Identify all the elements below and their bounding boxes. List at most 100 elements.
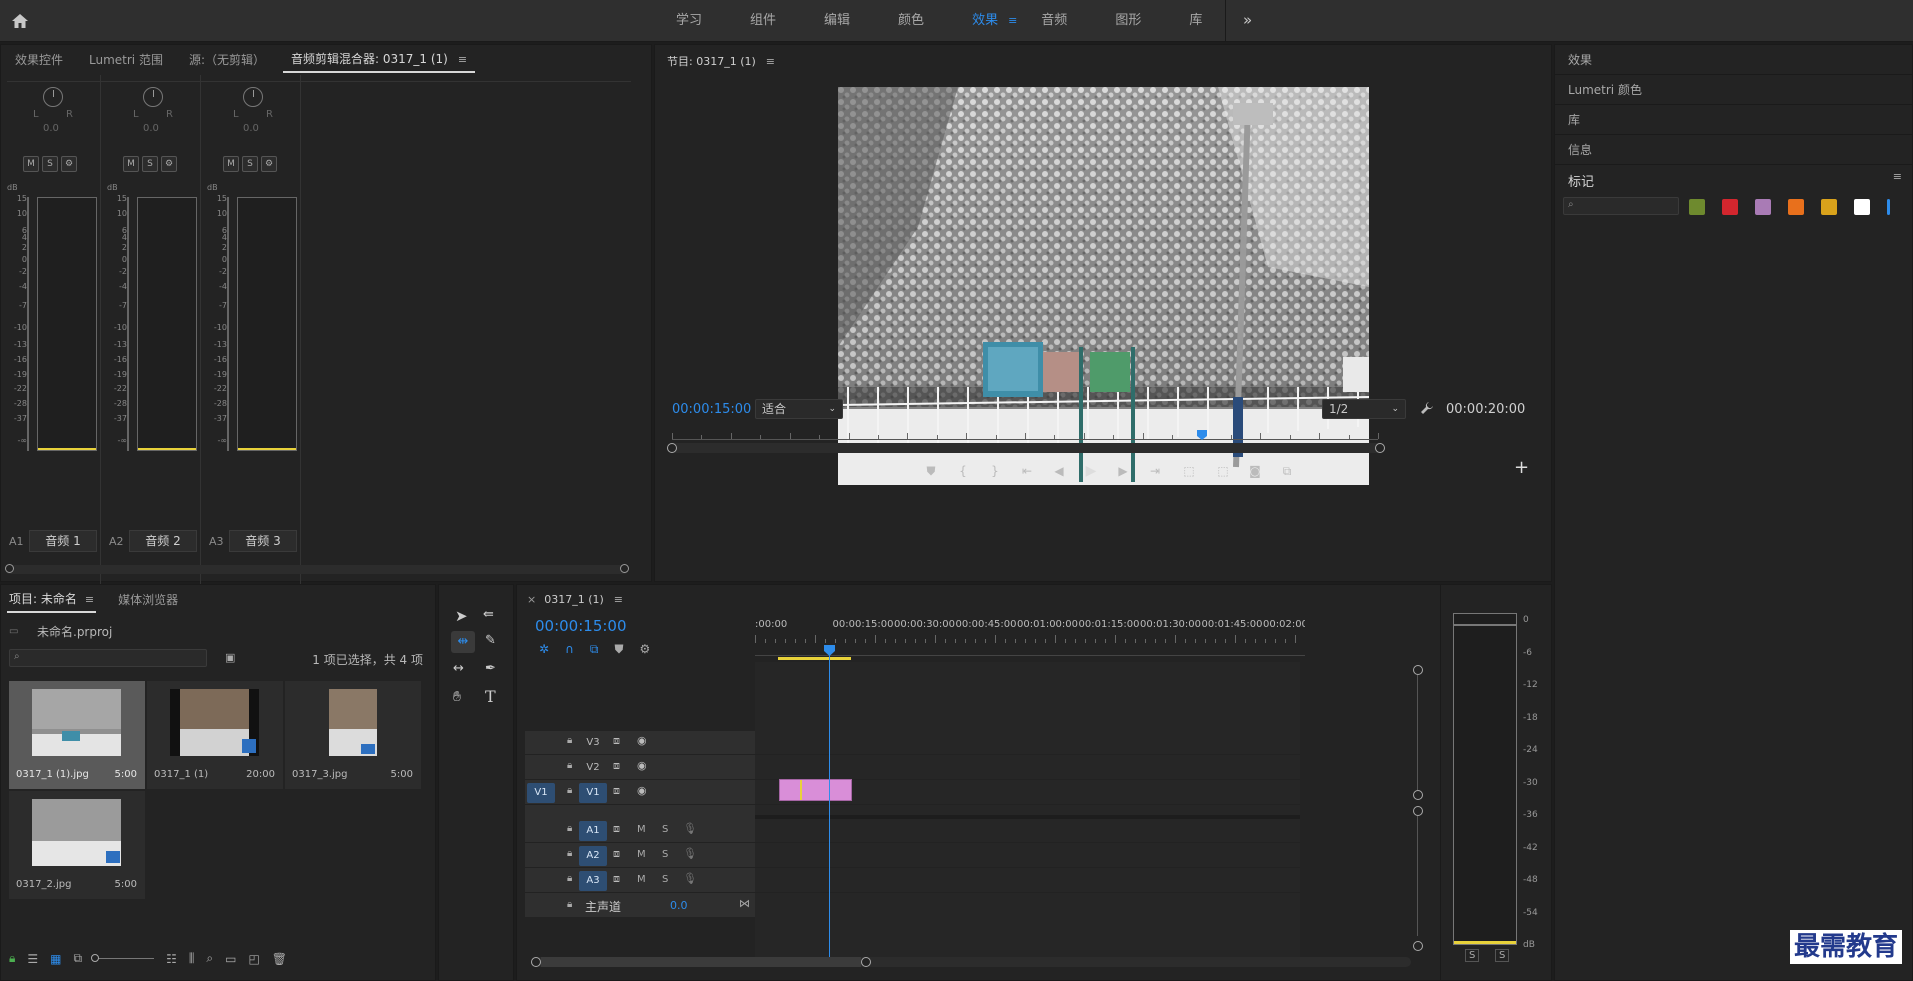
new-bin-icon[interactable]: ▭	[225, 952, 236, 966]
ripple-edit-tool-icon[interactable]: ⇹	[451, 631, 475, 653]
sync-lock-icon[interactable]: ⧈	[613, 784, 620, 798]
library-panel-item[interactable]: 库	[1555, 105, 1912, 135]
mute-track-button[interactable]: M	[637, 824, 646, 835]
lock-icon[interactable]: 🔒︎	[567, 823, 572, 834]
marker-color-swatch[interactable]	[1821, 199, 1837, 215]
resolution-dropdown[interactable]: 1/2 ⌄	[1322, 399, 1406, 419]
track-target-toggle[interactable]: V3	[579, 733, 607, 753]
lock-icon[interactable]: 🔒︎	[567, 760, 572, 771]
master-value[interactable]: 0.0	[670, 899, 688, 912]
selection-tool-icon[interactable]: ➤	[455, 607, 468, 625]
fader-track[interactable]	[27, 197, 29, 451]
effects-panel-item[interactable]: 效果	[1555, 45, 1912, 75]
linked-selection-icon[interactable]: ⧉	[590, 642, 599, 657]
project-search-input[interactable]: ⌕	[9, 649, 207, 667]
project-item-selected[interactable]: 0317_1 (1).jpg 5:00	[9, 681, 145, 789]
workspace-tab[interactable]: 组件	[726, 0, 800, 42]
workspace-tab[interactable]: 库	[1165, 0, 1226, 42]
channel-name[interactable]: 音频 1	[29, 530, 97, 552]
menu-icon[interactable]: ≡	[614, 593, 623, 606]
solo-track-button[interactable]: S	[662, 874, 668, 885]
zoom-scrollbar[interactable]	[667, 443, 1385, 453]
workspace-tab[interactable]: 颜色	[874, 0, 948, 42]
timeline-clip[interactable]	[779, 779, 852, 801]
mute-button[interactable]: M	[123, 156, 139, 172]
timeline-current-timecode[interactable]: 00:00:15:00	[535, 617, 627, 635]
marker-color-swatch[interactable]	[1689, 199, 1705, 215]
add-marker-icon[interactable]: ⛊	[614, 642, 623, 657]
video-frame[interactable]	[838, 87, 1369, 485]
scroll-handle-right[interactable]	[620, 564, 629, 573]
solo-button[interactable]: S	[142, 156, 158, 172]
mark-in-icon[interactable]: {	[947, 464, 979, 478]
marker-color-swatch[interactable]	[1788, 199, 1804, 215]
pan-knob[interactable]	[243, 87, 263, 107]
scroll-handle-left[interactable]	[5, 564, 14, 573]
go-to-in-icon[interactable]: ⇤	[1011, 464, 1043, 478]
pan-knob[interactable]	[43, 87, 63, 107]
wrench-icon[interactable]	[1420, 401, 1434, 415]
eye-icon[interactable]: ◉	[637, 734, 647, 747]
scroll-handle-right[interactable]	[1375, 443, 1385, 453]
work-area-bar[interactable]	[778, 657, 851, 660]
pan-value[interactable]: 0.0	[43, 123, 59, 134]
hand-tool-icon[interactable]: ✋︎	[453, 689, 461, 705]
program-current-timecode[interactable]: 00:00:15:00	[672, 402, 751, 417]
automate-icon[interactable]: ⫼	[189, 951, 195, 966]
menu-icon[interactable]: ≡	[1893, 170, 1902, 183]
settings-icon[interactable]: ⚙	[261, 156, 277, 172]
list-view-icon[interactable]: ☰	[27, 952, 38, 966]
nest-icon[interactable]: ✲	[539, 642, 549, 657]
track-target-toggle[interactable]: A3	[579, 871, 607, 891]
close-icon[interactable]: ×	[527, 593, 536, 606]
add-marker-icon[interactable]: ⛊	[915, 464, 947, 479]
mark-out-icon[interactable]: }	[979, 464, 1011, 478]
mute-button[interactable]: M	[223, 156, 239, 172]
scroll-handle-left[interactable]	[667, 443, 677, 453]
sync-lock-icon[interactable]: ⧈	[613, 734, 620, 748]
vertical-scrollbar[interactable]	[1413, 665, 1423, 936]
icon-view-icon[interactable]: ▦	[50, 952, 61, 966]
mute-track-button[interactable]: M	[637, 874, 646, 885]
new-bin-icon[interactable]: ▣	[225, 651, 235, 664]
track-target-toggle[interactable]: A1	[579, 821, 607, 841]
project-item[interactable]: 0317_1 (1) 20:00	[147, 681, 283, 789]
timeline-settings-icon[interactable]: ⚙	[639, 642, 650, 657]
play-icon[interactable]: ▶︎	[1075, 463, 1107, 479]
tab-source[interactable]: 源:（无剪辑）	[181, 49, 273, 71]
project-item[interactable]: 0317_3.jpg 5:00	[285, 681, 421, 789]
lock-icon[interactable]: 🔒︎	[567, 899, 572, 910]
sync-lock-icon[interactable]: ⧈	[613, 847, 620, 861]
eye-icon[interactable]: ◉	[637, 784, 647, 797]
workspace-tab[interactable]: 编辑	[800, 0, 874, 42]
eye-icon[interactable]: ◉	[637, 759, 647, 772]
lumetri-color-panel-item[interactable]: Lumetri 颜色	[1555, 75, 1912, 105]
tab-media-browser[interactable]: 媒体浏览器	[110, 589, 186, 611]
collapse-icon[interactable]: ⋈	[739, 897, 750, 910]
step-forward-icon[interactable]: ▶︎	[1107, 464, 1139, 478]
timeline-playhead[interactable]	[824, 645, 835, 656]
info-panel-item[interactable]: 信息	[1555, 135, 1912, 165]
time-ruler[interactable]: :00:00 00:00:15:00 00:00:30:00 00:00:45:00 0…	[755, 615, 1305, 645]
lock-icon[interactable]: 🔒︎	[567, 735, 572, 746]
source-patch-v1[interactable]: V1	[527, 783, 555, 803]
tab-lumetri-scopes[interactable]: Lumetri 范围	[81, 49, 171, 71]
peak-indicators[interactable]	[1453, 613, 1517, 625]
menu-icon[interactable]: ≡	[1008, 14, 1017, 27]
menu-icon[interactable]: ≡	[766, 55, 775, 68]
fader-track[interactable]	[227, 197, 229, 451]
find-icon[interactable]: ⌕	[206, 951, 213, 966]
trash-icon[interactable]: 🗑︎	[272, 952, 287, 966]
sort-icon[interactable]: ☷	[166, 952, 177, 966]
microphone-icon[interactable]: 🎙︎	[683, 847, 697, 860]
scroll-handle-right[interactable]	[861, 957, 871, 967]
timeline-zoom-scrollbar[interactable]	[531, 957, 1411, 967]
freeform-view-icon[interactable]: ⧉	[74, 951, 83, 966]
solo-button[interactable]: S	[1495, 949, 1510, 962]
extract-icon[interactable]: ⬚	[1207, 464, 1239, 478]
marker-color-swatch[interactable]	[1854, 199, 1870, 215]
razor-tool-icon[interactable]: ✎	[485, 633, 496, 648]
solo-track-button[interactable]: S	[662, 824, 668, 835]
marker-color-swatch[interactable]	[1755, 199, 1771, 215]
scroll-handle-left[interactable]	[531, 957, 541, 967]
